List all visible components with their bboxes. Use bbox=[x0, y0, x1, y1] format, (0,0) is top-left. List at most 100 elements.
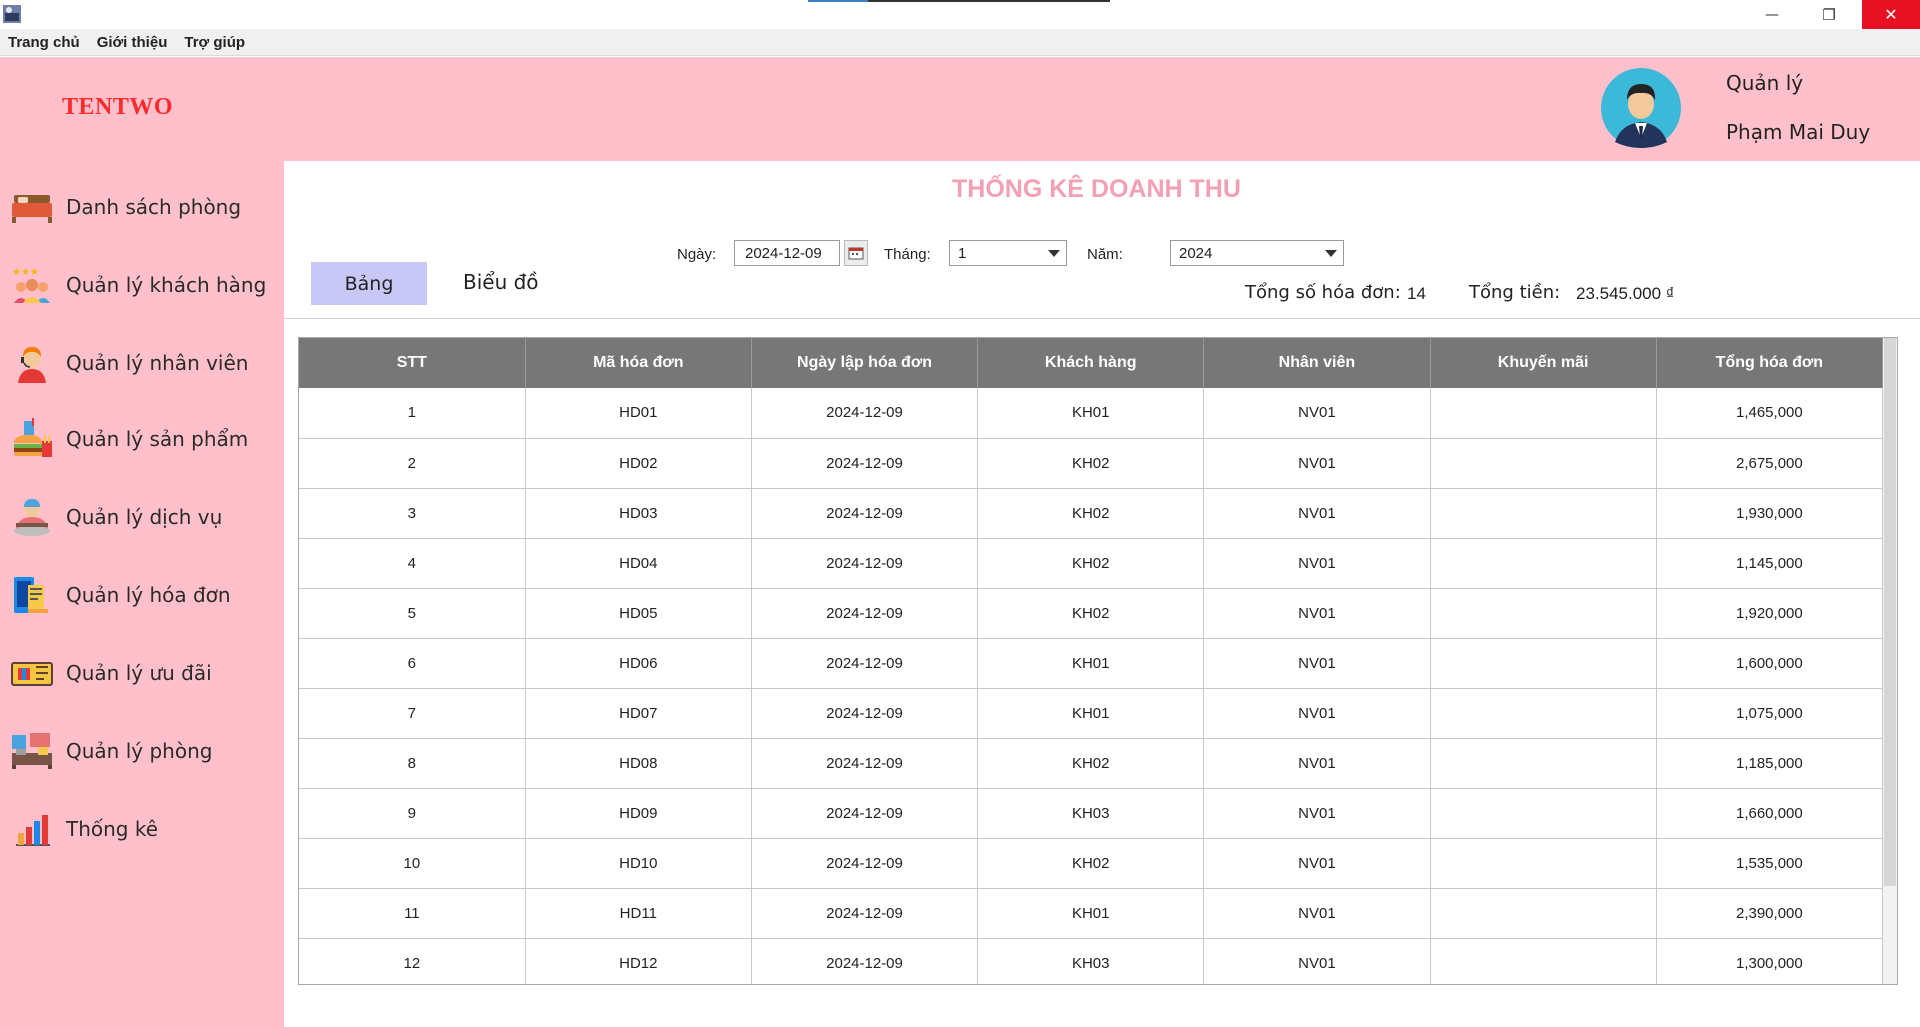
month-select[interactable]: 1 bbox=[949, 240, 1067, 266]
cell-col-tong-hoa-don: 1,300,000 bbox=[1656, 938, 1884, 984]
sidebar-item-quan-ly-phong[interactable]: Quản lý phòng bbox=[0, 721, 284, 781]
cell-col-stt: 12 bbox=[299, 938, 526, 984]
table-row[interactable]: 7 HD07 2024-12-09 KH01 NV01 1,075,000 bbox=[299, 688, 1884, 739]
cell-col-khach-hang: KH02 bbox=[977, 438, 1205, 489]
cell-col-tong-hoa-don: 1,185,000 bbox=[1656, 738, 1884, 789]
cell-col-nhan-vien: NV01 bbox=[1203, 488, 1431, 539]
svg-text:★★★: ★★★ bbox=[12, 267, 39, 278]
table-row[interactable]: 2 HD02 2024-12-09 KH02 NV01 2,675,000 bbox=[299, 438, 1884, 489]
cell-col-nhan-vien: NV01 bbox=[1203, 588, 1431, 639]
user-avatar-icon bbox=[1601, 68, 1681, 148]
year-select-value: 2024 bbox=[1179, 245, 1213, 262]
window-titlebar: — ❐ ✕ bbox=[0, 0, 1920, 29]
voucher-icon bbox=[11, 662, 53, 686]
menu-gioi-thieu[interactable]: Giới thiệu bbox=[97, 34, 168, 51]
table-row[interactable]: 11 HD11 2024-12-09 KH01 NV01 2,390,000 bbox=[299, 888, 1884, 939]
month-select-value: 1 bbox=[958, 245, 967, 262]
page-title: THỐNG KÊ DOANH THU bbox=[952, 175, 1241, 203]
invoice-count-value: 14 bbox=[1407, 284, 1426, 303]
tab-chart[interactable]: Biểu đồ bbox=[463, 270, 539, 294]
menu-trang-chu[interactable]: Trang chủ bbox=[8, 34, 80, 51]
date-picker-button[interactable] bbox=[844, 240, 868, 266]
cell-col-ma-hoa-don: HD04 bbox=[525, 538, 752, 589]
sidebar-item-label: Quản lý khách hàng bbox=[66, 273, 267, 297]
cell-col-khuyen-mai bbox=[1430, 638, 1657, 689]
cell-col-khach-hang: KH02 bbox=[977, 588, 1205, 639]
header-col-stt[interactable]: STT bbox=[299, 338, 526, 388]
cell-col-tong-hoa-don: 1,920,000 bbox=[1656, 588, 1884, 639]
header-col-tong-hoa-don[interactable]: Tổng hóa đơn bbox=[1656, 338, 1884, 388]
sidebar-item-danh-sach-phong[interactable]: Danh sách phòng bbox=[0, 177, 284, 237]
cell-col-khuyen-mai bbox=[1430, 538, 1657, 589]
table-row[interactable]: 1 HD01 2024-12-09 KH01 NV01 1,465,000 bbox=[299, 388, 1884, 439]
header-col-khuyen-mai[interactable]: Khuyến mãi bbox=[1430, 338, 1657, 388]
minimize-button[interactable]: — bbox=[1743, 0, 1801, 29]
cell-col-ngay-lap: 2024-12-09 bbox=[751, 538, 979, 589]
date-input[interactable]: 2024-12-09 bbox=[734, 240, 840, 266]
cell-col-stt: 7 bbox=[299, 688, 526, 739]
table-row[interactable]: 12 HD12 2024-12-09 KH03 NV01 1,300,000 bbox=[299, 938, 1884, 984]
cell-col-stt: 1 bbox=[299, 388, 526, 439]
table-row[interactable]: 5 HD05 2024-12-09 KH02 NV01 1,920,000 bbox=[299, 588, 1884, 639]
cell-col-khach-hang: KH01 bbox=[977, 638, 1205, 689]
sidebar-item-quan-ly-nhan-vien[interactable]: Quản lý nhân viên bbox=[0, 333, 284, 393]
sidebar-item-thong-ke[interactable]: Thống kê bbox=[0, 799, 284, 859]
month-label: Tháng: bbox=[884, 246, 931, 263]
cell-col-ngay-lap: 2024-12-09 bbox=[751, 488, 979, 539]
table-row[interactable]: 3 HD03 2024-12-09 KH02 NV01 1,930,000 bbox=[299, 488, 1884, 539]
header-col-nhan-vien[interactable]: Nhân viên bbox=[1203, 338, 1431, 388]
cell-col-ma-hoa-don: HD07 bbox=[525, 688, 752, 739]
cell-col-stt: 3 bbox=[299, 488, 526, 539]
close-button[interactable]: ✕ bbox=[1862, 0, 1920, 29]
total-amount-label: Tổng tiền: bbox=[1469, 282, 1561, 303]
cell-col-nhan-vien: NV01 bbox=[1203, 438, 1431, 489]
cell-col-tong-hoa-don: 1,660,000 bbox=[1656, 788, 1884, 839]
invoice-count-label: Tổng số hóa đơn: bbox=[1245, 282, 1401, 303]
sidebar-item-quan-ly-khach-hang[interactable]: ★★★ Quản lý khách hàng bbox=[0, 255, 284, 315]
invoice-table-container: STT Mã hóa đơn Ngày lập hóa đơn Khách hàng N… bbox=[298, 337, 1898, 985]
menu-tro-giup[interactable]: Trợ giúp bbox=[184, 34, 245, 51]
cell-col-ma-hoa-don: HD12 bbox=[525, 938, 752, 984]
close-icon: ✕ bbox=[1884, 5, 1898, 24]
table-row[interactable]: 9 HD09 2024-12-09 KH03 NV01 1,660,000 bbox=[299, 788, 1884, 839]
cell-col-khuyen-mai bbox=[1430, 588, 1657, 639]
app-icon bbox=[3, 5, 21, 23]
cell-col-stt: 8 bbox=[299, 738, 526, 789]
cell-col-stt: 11 bbox=[299, 888, 526, 939]
cell-col-khuyen-mai bbox=[1430, 888, 1657, 939]
scrollbar-thumb[interactable] bbox=[1884, 338, 1896, 886]
table-row[interactable]: 8 HD08 2024-12-09 KH02 NV01 1,185,000 bbox=[299, 738, 1884, 789]
table-row[interactable]: 4 HD04 2024-12-09 KH02 NV01 1,145,000 bbox=[299, 538, 1884, 589]
cell-col-ngay-lap: 2024-12-09 bbox=[751, 888, 979, 939]
vertical-scrollbar[interactable] bbox=[1883, 338, 1897, 984]
header-col-ma-hoa-don[interactable]: Mã hóa đơn bbox=[525, 338, 752, 388]
cell-col-khuyen-mai bbox=[1430, 738, 1657, 789]
header-col-ngay-lap[interactable]: Ngày lập hóa đơn bbox=[751, 338, 979, 388]
sidebar-item-quan-ly-dich-vu[interactable]: Quản lý dịch vụ bbox=[0, 487, 284, 547]
cell-col-tong-hoa-don: 1,075,000 bbox=[1656, 688, 1884, 739]
sidebar-item-quan-ly-san-pham[interactable]: Quản lý sản phẩm bbox=[0, 409, 284, 469]
cell-col-ngay-lap: 2024-12-09 bbox=[751, 838, 979, 889]
tab-table[interactable]: Bảng bbox=[311, 262, 427, 305]
cell-col-ma-hoa-don: HD03 bbox=[525, 488, 752, 539]
cell-col-nhan-vien: NV01 bbox=[1203, 788, 1431, 839]
sidebar-item-quan-ly-uu-dai[interactable]: Quản lý ưu đãi bbox=[0, 643, 284, 703]
table-row[interactable]: 6 HD06 2024-12-09 KH01 NV01 1,600,000 bbox=[299, 638, 1884, 689]
cell-col-nhan-vien: NV01 bbox=[1203, 388, 1431, 439]
brand-logo-text: TENTWO bbox=[62, 94, 174, 120]
maximize-button[interactable]: ❐ bbox=[1800, 0, 1858, 29]
cell-col-ngay-lap: 2024-12-09 bbox=[751, 388, 979, 439]
cell-col-khach-hang: KH02 bbox=[977, 738, 1205, 789]
total-amount-value: 23.545.000 ₫ bbox=[1576, 284, 1675, 303]
invoice-icon bbox=[14, 577, 48, 613]
table-row[interactable]: 10 HD10 2024-12-09 KH02 NV01 1,535,000 bbox=[299, 838, 1884, 889]
cell-col-khuyen-mai bbox=[1430, 488, 1657, 539]
table-header-row: STT Mã hóa đơn Ngày lập hóa đơn Khách hàng N… bbox=[299, 338, 1884, 388]
year-select[interactable]: 2024 bbox=[1170, 240, 1344, 266]
tab-table-label: Bảng bbox=[344, 272, 394, 295]
cell-col-khach-hang: KH01 bbox=[977, 888, 1205, 939]
cell-col-nhan-vien: NV01 bbox=[1203, 838, 1431, 889]
sidebar-item-quan-ly-hoa-don[interactable]: Quản lý hóa đơn bbox=[0, 565, 284, 625]
header-col-khach-hang[interactable]: Khách hàng bbox=[977, 338, 1205, 388]
cell-col-ma-hoa-don: HD08 bbox=[525, 738, 752, 789]
